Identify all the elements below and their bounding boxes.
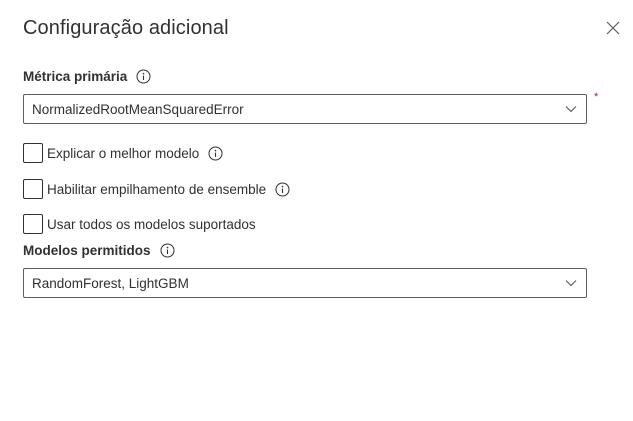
primary-metric-dropdown[interactable]: NormalizedRootMeanSquaredError (23, 94, 587, 124)
primary-metric-label: Métrica primária (23, 69, 128, 84)
checkbox-row-use-all-models[interactable]: Usar todos os modelos suportados (23, 214, 256, 234)
checkbox-row-explain-best-model[interactable]: Explicar o melhor modelo (23, 143, 223, 163)
checkbox-row-ensemble-stacking[interactable]: Habilitar empilhamento de ensemble (23, 179, 290, 199)
info-icon[interactable] (136, 69, 151, 84)
primary-metric-value: NormalizedRootMeanSquaredError (32, 101, 244, 117)
primary-metric-label-row: Métrica primária (23, 69, 151, 84)
info-icon[interactable] (208, 146, 223, 161)
explain-best-model-label: Explicar o melhor modelo (47, 145, 200, 161)
info-icon[interactable] (275, 182, 290, 197)
close-icon (606, 21, 620, 35)
explain-best-model-checkbox[interactable] (23, 143, 43, 163)
allowed-models-dropdown[interactable]: RandomForest, LightGBM (23, 268, 587, 298)
allowed-models-label: Modelos permitidos (23, 243, 151, 258)
panel-title: Configuração adicional (23, 17, 229, 39)
ensemble-stacking-checkbox[interactable] (23, 179, 43, 199)
required-marker: * (594, 91, 599, 103)
allowed-models-label-row: Modelos permitidos (23, 243, 175, 258)
use-all-models-label: Usar todos os modelos suportados (47, 216, 256, 232)
close-button[interactable] (602, 17, 624, 39)
chevron-down-icon (565, 280, 577, 287)
allowed-models-value: RandomForest, LightGBM (32, 275, 189, 291)
info-icon[interactable] (160, 243, 175, 258)
chevron-down-icon (565, 106, 577, 113)
ensemble-stacking-label: Habilitar empilhamento de ensemble (47, 181, 267, 197)
use-all-models-checkbox[interactable] (23, 214, 43, 234)
